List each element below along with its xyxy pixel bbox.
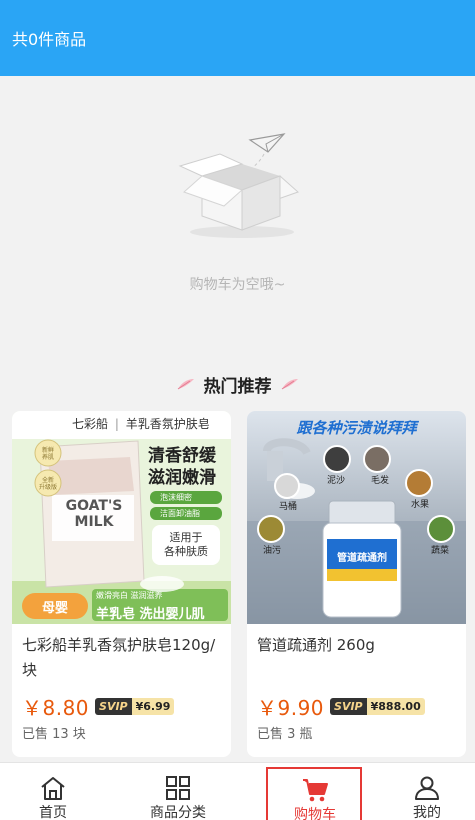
drain-bottle-text: 管道疏通剂 <box>337 553 387 564</box>
price-row: ￥9.90 SVIP ¥888.00 <box>257 692 425 721</box>
product-image-soap[interactable]: 七彩船 | 羊乳香氛护肤皂 清香舒缓 滋润嫩滑 泡沫细密 洁面卸油脂 适用于 各… <box>12 411 231 624</box>
feather-left-icon <box>177 379 194 390</box>
soap-headline-2: 滋润嫩滑 <box>148 468 216 488</box>
price-row: ￥8.80 SVIP ¥6.99 <box>22 692 175 721</box>
drain-label-6: 蔬菜 <box>431 546 450 556</box>
product-card[interactable]: 跟各种污渍说拜拜 泥沙 毛发 马桶 水果 油污 蔬菜 管道疏通剂 管道疏通剂 2… <box>247 411 466 757</box>
drain-label-2: 毛发 <box>371 476 390 486</box>
product-image-drain-cleaner[interactable]: 跟各种污渍说拜拜 泥沙 毛发 马桶 水果 油污 蔬菜 管道疏通剂 <box>247 411 466 624</box>
home-icon <box>41 777 65 800</box>
drain-label-3: 马桶 <box>279 502 298 512</box>
soap-box-title-1: GOAT'S <box>65 498 123 514</box>
user-icon <box>415 776 439 800</box>
tab-category-label: 商品分类 <box>150 805 206 820</box>
soap-seal-4: 升级版 <box>38 484 57 491</box>
cart-count-title: 共0件商品 <box>12 30 87 49</box>
empty-box-icon <box>178 133 299 238</box>
bottom-tab-bar: 首页 商品分类 购物车 我的 <box>0 762 475 820</box>
drain-headline: 跟各种污渍说拜拜 <box>296 419 417 437</box>
product-name[interactable]: 管道疏通剂 260g <box>257 633 457 658</box>
header-bar: 共0件商品 <box>0 0 475 76</box>
drain-label-4: 水果 <box>411 500 430 510</box>
drain-label-5: 油污 <box>263 546 282 556</box>
tab-home[interactable]: 首页 <box>5 763 101 820</box>
sold-count: 已售 13 块 <box>22 727 86 742</box>
soap-suit-1: 适用于 <box>169 531 203 544</box>
tab-profile-label: 我的 <box>413 805 441 820</box>
tab-category[interactable]: 商品分类 <box>130 763 226 820</box>
category-icon <box>166 776 190 800</box>
product-name[interactable]: 七彩船羊乳香氛护肤皂120g/块 <box>22 633 222 683</box>
hot-section-label: 热门推荐 <box>203 376 272 397</box>
feather-right-icon <box>281 379 298 390</box>
soap-strip-main: 羊乳皂 洗出婴儿肌 <box>96 607 205 622</box>
soap-seal-3: 全新 <box>41 477 54 484</box>
svip-badge: SVIP ¥6.99 <box>95 698 175 715</box>
drain-label-1: 泥沙 <box>327 476 346 486</box>
soap-headline-1: 清香舒缓 <box>148 446 216 466</box>
tab-cart[interactable]: 购物车 <box>266 767 362 820</box>
soap-box-title-2: MILK <box>74 514 114 530</box>
cart-icon <box>303 779 328 802</box>
product-card[interactable]: 七彩船 | 羊乳香氛护肤皂 清香舒缓 滋润嫩滑 泡沫细密 洁面卸油脂 适用于 各… <box>12 411 231 757</box>
soap-subtitle: 羊乳香氛护肤皂 <box>125 417 210 431</box>
soap-suit-2: 各种肤质 <box>164 545 208 558</box>
soap-brand: 七彩船 <box>72 417 109 431</box>
soap-seal-2: 养肌 <box>41 454 54 461</box>
svip-badge: SVIP ¥888.00 <box>330 698 425 715</box>
product-price: ￥8.80 <box>22 696 90 720</box>
tab-profile[interactable]: 我的 <box>379 763 475 820</box>
empty-cart: 购物车为空哦~ <box>0 76 475 366</box>
tab-home-label: 首页 <box>39 805 67 820</box>
svip-label: SVIP <box>330 698 367 715</box>
soap-bullet-2: 洁面卸油脂 <box>160 509 200 518</box>
product-price: ￥9.90 <box>257 696 325 720</box>
hot-section-title: 热门推荐 <box>0 372 475 397</box>
empty-cart-message: 购物车为空哦~ <box>189 277 286 293</box>
svip-label: SVIP <box>95 698 132 715</box>
svip-price: ¥888.00 <box>366 698 425 715</box>
soap-seal-1: 新鲜 <box>41 447 54 454</box>
tab-cart-label: 购物车 <box>294 807 336 820</box>
soap-strip-top: 嫩滑亮白 滋润滋养 <box>96 591 163 600</box>
soap-bullet-1: 泡沫细密 <box>160 493 192 502</box>
svip-price: ¥6.99 <box>131 698 175 715</box>
cart-page: { "header": { "title": "共0件商品" }, "empty… <box>0 0 475 820</box>
sold-count: 已售 3 瓶 <box>257 727 313 742</box>
soap-badge: 母婴 <box>41 601 68 616</box>
